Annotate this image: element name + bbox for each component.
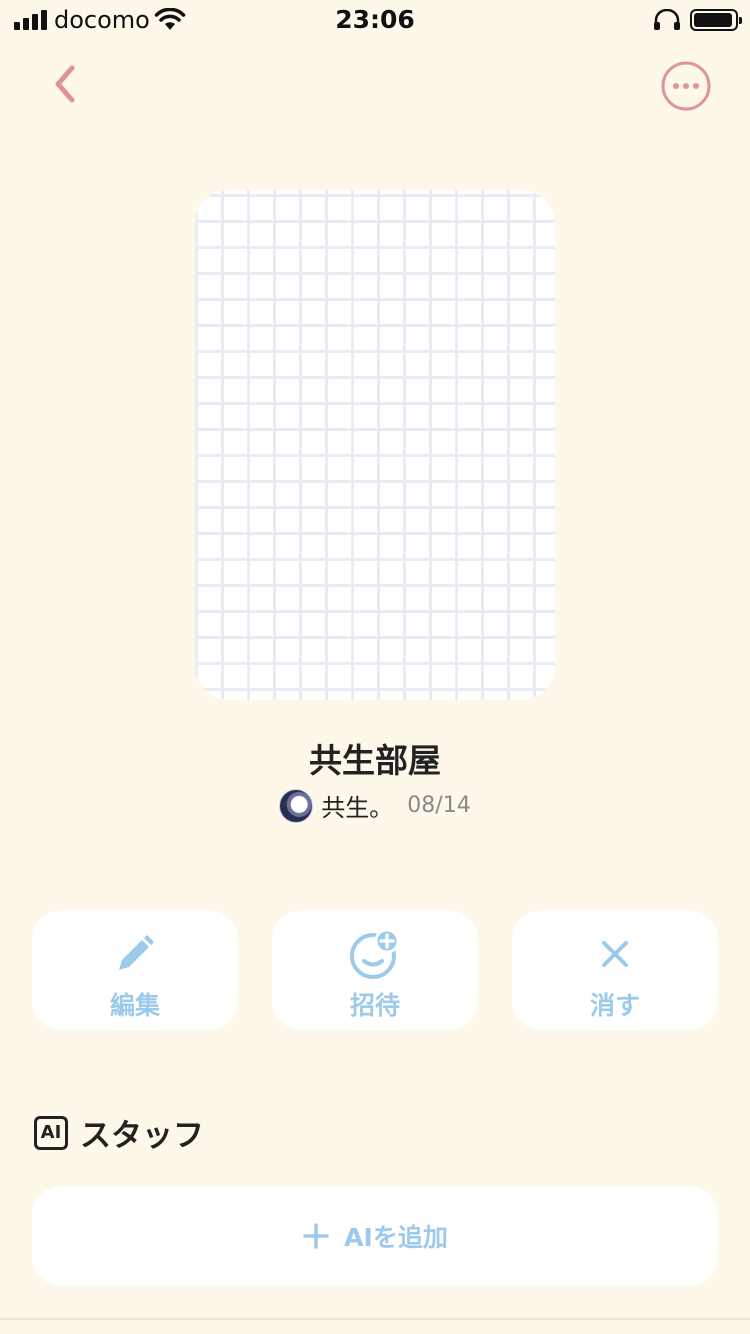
- delete-label: 消す: [589, 991, 640, 1020]
- room-title: 共生部屋: [309, 741, 441, 780]
- add-ai-label: AIを追加: [344, 1223, 448, 1252]
- owner-name: 共生。: [321, 794, 394, 822]
- pencil-icon: [119, 935, 154, 970]
- room-cover-image[interactable]: [195, 190, 555, 700]
- divider: [0, 1318, 750, 1320]
- edit-label: 編集: [109, 991, 160, 1020]
- invite-button[interactable]: 招待: [272, 910, 478, 1030]
- edit-button[interactable]: 編集: [32, 910, 238, 1030]
- room-date: 08/14: [407, 793, 471, 818]
- status-time: 23:06: [335, 5, 415, 34]
- delete-button[interactable]: 消す: [512, 910, 718, 1030]
- staff-title: スタッフ: [80, 1118, 204, 1154]
- battery-icon: [690, 9, 742, 31]
- back-button[interactable]: [44, 62, 88, 106]
- status-bar: docomo 23:06: [0, 0, 750, 40]
- plus-icon: [303, 1223, 329, 1249]
- ai-badge-icon: AI: [34, 1115, 68, 1150]
- staff-section-header: AI スタッフ: [34, 1110, 204, 1155]
- add-person-icon: [350, 928, 400, 979]
- avatar[interactable]: [279, 788, 314, 823]
- more-options-button[interactable]: [660, 60, 712, 112]
- headphones-icon: [654, 9, 680, 30]
- add-ai-button[interactable]: AIを追加: [32, 1186, 718, 1286]
- close-icon: [602, 941, 628, 967]
- invite-label: 招待: [349, 991, 400, 1020]
- chevron-left-icon: [55, 65, 75, 103]
- owner-row: 共生。 08/14: [0, 788, 750, 823]
